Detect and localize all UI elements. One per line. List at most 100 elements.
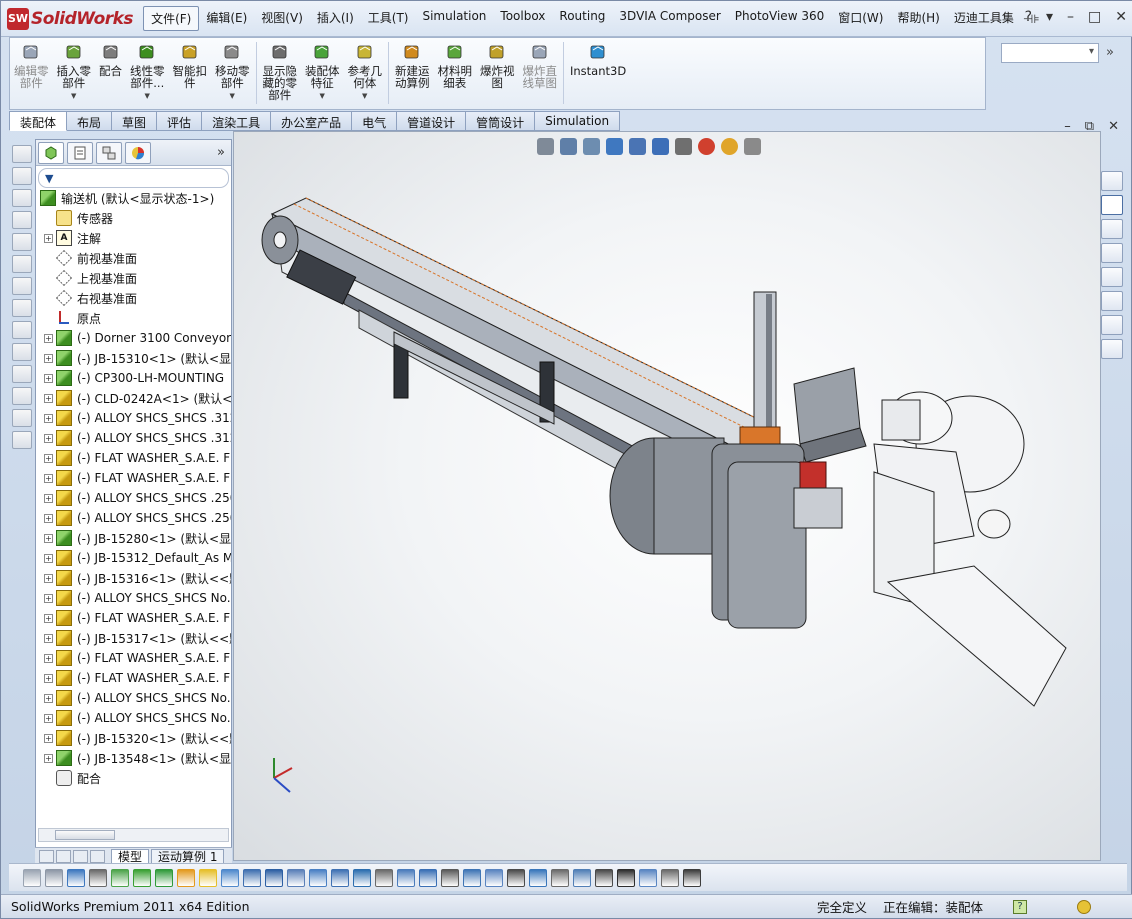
expand-icon[interactable]: + <box>44 693 53 703</box>
tree-node[interactable]: 右视基准面 <box>36 288 231 308</box>
toolbar-button[interactable] <box>463 868 481 887</box>
toolbar-button[interactable] <box>639 868 657 887</box>
bill-of-materials-button[interactable]: 材料明 细表 <box>434 42 477 89</box>
tree-node[interactable]: 配合 <box>36 768 231 788</box>
toolbar-button[interactable] <box>441 868 459 887</box>
insert-components-button[interactable]: 插入零 部件 ▼ <box>53 42 96 102</box>
tree-node[interactable]: 前视基准面 <box>36 248 231 268</box>
tree-node[interactable]: 上视基准面 <box>36 268 231 288</box>
next-tab-icon[interactable] <box>73 849 88 863</box>
toolbar-button[interactable] <box>12 299 32 317</box>
tree-node[interactable]: + (-) ALLOY SHCS_SHCS .312 <box>36 408 231 428</box>
toolbar-button[interactable] <box>243 868 261 887</box>
doc-close-button[interactable]: ✕ <box>1108 119 1119 134</box>
expand-icon[interactable]: + <box>44 373 53 383</box>
smart-fasteners-button[interactable]: 智能扣 件 <box>169 42 212 89</box>
expand-icon[interactable]: + <box>44 533 53 543</box>
tree-node[interactable]: + (-) ALLOY SHCS_SHCS .250 <box>36 508 231 528</box>
expand-icon[interactable]: + <box>44 393 53 403</box>
toolbar-button[interactable] <box>12 321 32 339</box>
toolbar-button[interactable] <box>133 868 151 887</box>
configuration-manager-tab-icon[interactable] <box>96 141 122 164</box>
display-style-icon[interactable] <box>652 138 669 155</box>
tree-node[interactable]: + (-) JB-15280<1> (默认<显示 <box>36 528 231 548</box>
toolbar-button[interactable] <box>12 277 32 295</box>
tree-node[interactable]: + (-) JB-15317<1> (默认<<默 <box>36 628 231 648</box>
command-tab[interactable]: 布局 <box>67 111 113 131</box>
expand-icon[interactable]: + <box>44 493 53 503</box>
tree-filter[interactable]: ▼ <box>38 168 229 188</box>
solidworks-logo[interactable]: SW SolidWorks <box>7 7 134 30</box>
menu-item[interactable]: 插入(I) <box>310 6 361 31</box>
toolbar-button[interactable] <box>595 868 613 887</box>
toolbar-button[interactable] <box>12 409 32 427</box>
expand-icon[interactable]: + <box>44 413 53 423</box>
expand-icon[interactable] <box>44 214 53 223</box>
toolbar-button[interactable] <box>397 868 415 887</box>
toolbar-button[interactable] <box>353 868 371 887</box>
toolbar-button[interactable] <box>265 868 283 887</box>
exploded-view-button[interactable]: 爆炸视 图 <box>476 42 519 89</box>
tree-node[interactable]: + (-) JB-15320<1> (默认<<默 <box>36 728 231 748</box>
command-tab[interactable]: 评估 <box>157 111 203 131</box>
menu-item[interactable]: 3DVIA Composer <box>612 6 727 31</box>
tree-node[interactable]: + (-) FLAT WASHER_S.A.E. FL <box>36 468 231 488</box>
prev-tab-icon[interactable] <box>56 849 71 863</box>
hide-show-items-icon[interactable] <box>675 138 692 155</box>
tree-node[interactable]: + (-) ALLOY SHCS_SHCS No. <box>36 688 231 708</box>
tree-node[interactable]: + (-) ALLOY SHCS_SHCS .250 <box>36 488 231 508</box>
appearances-scenes-icon[interactable] <box>1101 267 1123 287</box>
zoom-to-fit-icon[interactable] <box>537 138 554 155</box>
panel-expand-icon[interactable]: » <box>217 145 225 160</box>
file-explorer-icon[interactable] <box>1101 219 1123 239</box>
instant3d-button[interactable]: Instant3D <box>566 42 630 77</box>
tree-node[interactable]: 传感器 <box>36 208 231 228</box>
explode-line-sketch-button[interactable]: 爆炸直 线草图 <box>519 42 562 89</box>
toolbar-button[interactable] <box>551 868 569 887</box>
tree-root[interactable]: 输送机 (默认<显示状态-1>) <box>36 188 231 208</box>
view-settings-icon[interactable] <box>744 138 761 155</box>
command-tab[interactable]: 电气 <box>352 111 398 131</box>
toolbar-button[interactable] <box>12 365 32 383</box>
command-tab[interactable]: Simulation <box>535 111 621 131</box>
more-commands-icon[interactable]: » <box>1106 45 1114 60</box>
expand-icon[interactable] <box>44 274 53 283</box>
tree-node[interactable]: + (-) JB-15316<1> (默认<<默 <box>36 568 231 588</box>
expand-icon[interactable]: + <box>44 353 53 363</box>
solidworks-resources-icon[interactable] <box>1101 171 1123 191</box>
expand-icon[interactable]: + <box>44 553 53 563</box>
assembly-features-button[interactable]: 装配体 特征 ▼ <box>301 42 344 102</box>
toolbar-button[interactable] <box>617 868 635 887</box>
tree-node[interactable]: + (-) FLAT WASHER_S.A.E. FL <box>36 648 231 668</box>
previous-view-icon[interactable] <box>583 138 600 155</box>
toolbar-button[interactable] <box>12 167 32 185</box>
command-tab[interactable]: 办公室产品 <box>271 111 353 131</box>
minimize-button[interactable]: – <box>1067 9 1074 25</box>
tree-node[interactable]: + (-) ALLOY SHCS_SHCS No. <box>36 588 231 608</box>
reference-geometry-button[interactable]: 参考几 何体 ▼ <box>344 42 387 102</box>
toolbar-button[interactable] <box>375 868 393 887</box>
tree-node[interactable]: + (-) FLAT WASHER_S.A.E. FL <box>36 608 231 628</box>
toolbar-button[interactable] <box>331 868 349 887</box>
toolbar-button[interactable] <box>12 211 32 229</box>
tree-node[interactable]: + (-) CP300-LH-MOUNTING <box>36 368 231 388</box>
tree-node[interactable]: + (-) ALLOY SHCS_SHCS No. <box>36 708 231 728</box>
expand-icon[interactable]: + <box>44 333 53 343</box>
edit-appearance-icon[interactable] <box>698 138 715 155</box>
section-view-icon[interactable] <box>606 138 623 155</box>
toolbar-button[interactable] <box>221 868 239 887</box>
toolbar-button[interactable] <box>683 868 701 887</box>
dropdown-arrow-icon[interactable]: ▼ <box>230 90 235 102</box>
view-palette-icon[interactable] <box>1101 243 1123 263</box>
rebuild-icon[interactable] <box>1077 899 1091 914</box>
toolbar-button[interactable] <box>12 343 32 361</box>
menu-item[interactable]: 迈迪工具集 <box>947 6 1021 31</box>
search-combobox[interactable] <box>1001 43 1099 63</box>
expand-icon[interactable]: + <box>44 233 53 243</box>
help-icon[interactable]: ? <box>1025 9 1032 25</box>
dropdown-arrow-icon[interactable]: ▼ <box>71 90 76 102</box>
first-tab-icon[interactable] <box>39 849 54 863</box>
tree-node[interactable]: + (-) JB-13548<1> (默认<显示 <box>36 748 231 768</box>
dropdown-arrow-icon[interactable]: ▼ <box>145 90 150 102</box>
tree-node[interactable]: + (-) Dorner 3100 Conveyor <box>36 328 231 348</box>
